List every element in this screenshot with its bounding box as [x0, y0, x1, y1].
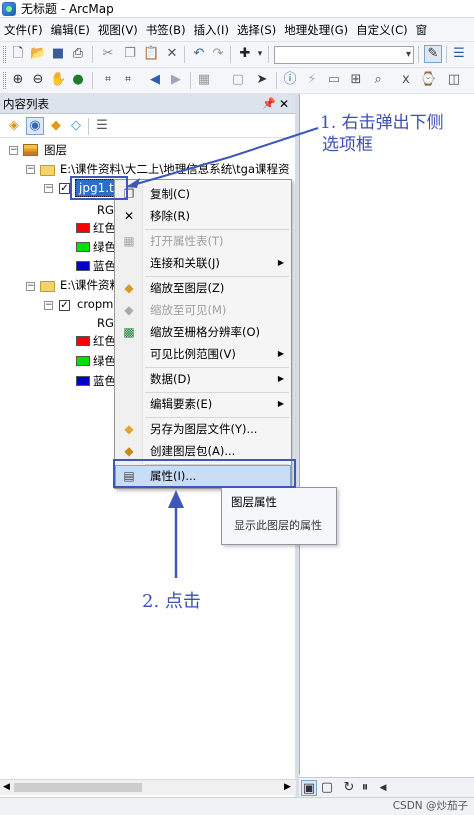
annotation-arrowhead-2	[168, 490, 184, 508]
annotation-step1-line1: 1. 右击弹出下侧	[320, 113, 444, 133]
annotation-step2: 2. 点击	[142, 591, 201, 612]
annotation-arrow-1	[125, 127, 319, 188]
annotation-step1-line2: 选项框	[322, 135, 373, 155]
annotation-arrowhead-1	[126, 178, 140, 188]
